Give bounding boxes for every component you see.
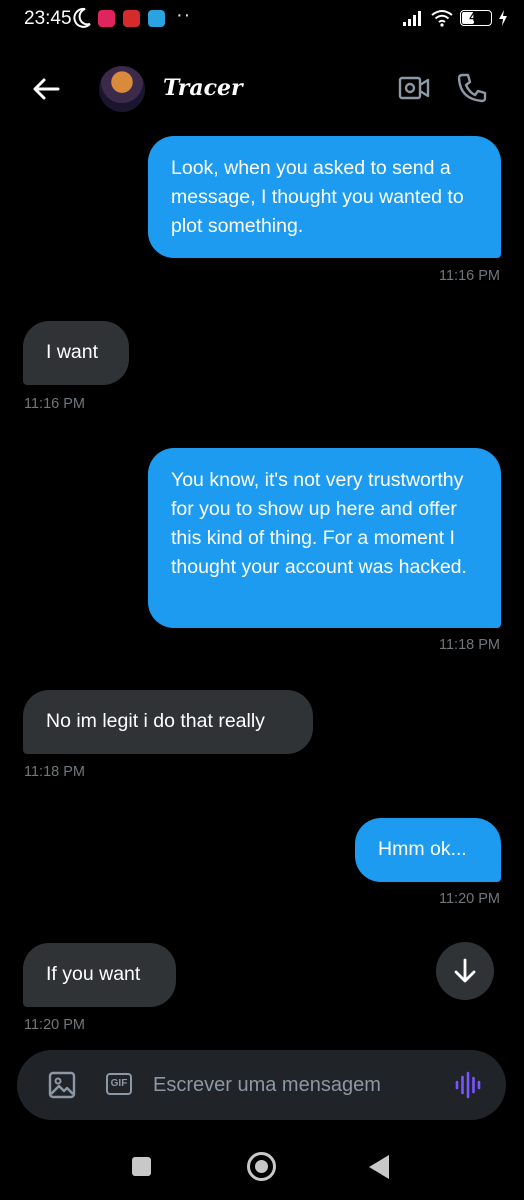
phone-call-icon[interactable] bbox=[456, 72, 488, 104]
app-notification-icon bbox=[98, 10, 115, 27]
video-call-icon[interactable] bbox=[398, 74, 430, 102]
more-notifications-icon: ·· bbox=[176, 4, 192, 26]
status-indicators: 48 bbox=[402, 9, 508, 27]
received-message[interactable]: No im legit i do that really bbox=[23, 690, 313, 754]
arrow-down-icon bbox=[454, 958, 476, 983]
message-timestamp: 11:20 PM bbox=[24, 1017, 85, 1033]
scroll-to-bottom-button[interactable] bbox=[436, 942, 494, 1000]
avatar[interactable] bbox=[99, 66, 145, 112]
message-timestamp: 11:20 PM bbox=[439, 891, 500, 907]
contact-name[interactable]: Tracer bbox=[163, 75, 243, 101]
gif-button[interactable]: GIF bbox=[106, 1073, 132, 1095]
status-bar: 23:45 ·· 48 bbox=[0, 0, 524, 40]
battery-level: 48 bbox=[469, 10, 483, 24]
message-timestamp: 11:16 PM bbox=[24, 396, 85, 412]
sent-message[interactable]: You know, it's not very trustworthy for … bbox=[148, 448, 501, 628]
sent-message[interactable]: Look, when you asked to send a message, … bbox=[148, 136, 501, 258]
recent-apps-button[interactable] bbox=[132, 1157, 151, 1176]
telegram-icon bbox=[148, 10, 165, 27]
received-message[interactable]: I want bbox=[23, 321, 129, 385]
battery-indicator: 48 bbox=[460, 10, 492, 26]
charging-icon bbox=[499, 10, 507, 26]
message-timestamp: 11:16 PM bbox=[439, 268, 500, 284]
sent-message[interactable]: Hmm ok... bbox=[355, 818, 501, 882]
received-message[interactable]: If you want bbox=[23, 943, 176, 1007]
conversation-header: Tracer bbox=[0, 55, 524, 125]
signal-icon bbox=[403, 11, 421, 26]
status-time: 23:45 bbox=[24, 8, 72, 29]
back-arrow-icon[interactable] bbox=[30, 73, 62, 105]
message-timestamp: 11:18 PM bbox=[439, 637, 500, 653]
voice-message-icon[interactable] bbox=[454, 1071, 482, 1099]
system-back-button[interactable] bbox=[369, 1155, 389, 1179]
wifi-icon bbox=[431, 10, 453, 27]
message-composer: GIF bbox=[17, 1050, 506, 1120]
app-notification-icon bbox=[123, 10, 140, 27]
message-timestamp: 11:18 PM bbox=[24, 764, 85, 780]
home-button[interactable] bbox=[247, 1152, 276, 1181]
moon-icon bbox=[73, 7, 91, 28]
message-input[interactable] bbox=[153, 1070, 433, 1100]
system-navigation-bar bbox=[0, 1130, 524, 1200]
image-icon[interactable] bbox=[48, 1071, 76, 1099]
